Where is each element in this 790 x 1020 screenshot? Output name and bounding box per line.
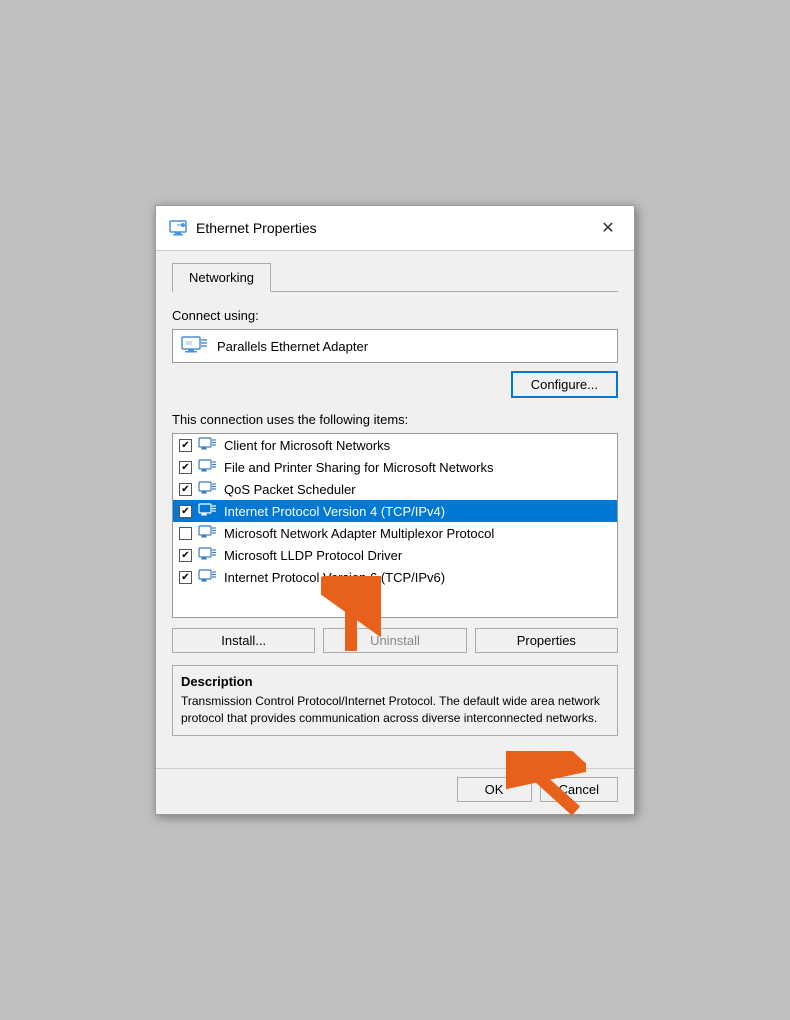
ok-button[interactable]: OK — [457, 777, 532, 802]
list-item-ms-lldp[interactable]: Microsoft LLDP Protocol Driver — [173, 544, 617, 566]
item-icon-file-printer-sharing — [198, 459, 218, 475]
item-text-file-printer-sharing: File and Printer Sharing for Microsoft N… — [224, 460, 493, 475]
item-icon-ipv4 — [198, 503, 218, 519]
list-item-file-printer-sharing[interactable]: File and Printer Sharing for Microsoft N… — [173, 456, 617, 478]
configure-row: Configure... — [172, 371, 618, 398]
checkbox-file-printer-sharing[interactable] — [179, 461, 192, 474]
dialog-title: Ethernet Properties — [196, 220, 317, 236]
configure-button[interactable]: Configure... — [511, 371, 618, 398]
list-item-ipv4[interactable]: Internet Protocol Version 4 (TCP/IPv4) — [173, 500, 617, 522]
cancel-button[interactable]: Cancel — [540, 777, 618, 802]
checkbox-ms-network-adapter[interactable] — [179, 527, 192, 540]
ethernet-title-icon — [168, 218, 188, 238]
list-item-ms-network-adapter[interactable]: Microsoft Network Adapter Multiplexor Pr… — [173, 522, 617, 544]
item-icon-ms-lldp — [198, 547, 218, 563]
item-text-ipv4: Internet Protocol Version 4 (TCP/IPv4) — [224, 504, 445, 519]
item-icon-ipv6 — [198, 569, 218, 585]
item-icon-qos-scheduler — [198, 481, 218, 497]
item-text-ms-lldp: Microsoft LLDP Protocol Driver — [224, 548, 402, 563]
description-box: Description Transmission Control Protoco… — [172, 665, 618, 736]
item-text-ipv6: Internet Protocol Version 6 (TCP/IPv6) — [224, 570, 445, 585]
item-text-qos-scheduler: QoS Packet Scheduler — [224, 482, 356, 497]
tab-networking[interactable]: Networking — [172, 263, 271, 292]
connect-using-label: Connect using: — [172, 308, 618, 323]
checkbox-client-ms-networks[interactable] — [179, 439, 192, 452]
item-icon-client-ms-networks — [198, 437, 218, 453]
items-list[interactable]: Client for Microsoft Networks File and P… — [172, 433, 618, 618]
checkbox-ipv4[interactable] — [179, 505, 192, 518]
properties-button[interactable]: Properties — [475, 628, 618, 653]
description-text: Transmission Control Protocol/Internet P… — [181, 693, 609, 727]
item-icon-ms-network-adapter — [198, 525, 218, 541]
close-button[interactable]: ✕ — [594, 214, 622, 242]
item-text-ms-network-adapter: Microsoft Network Adapter Multiplexor Pr… — [224, 526, 494, 541]
install-button[interactable]: Install... — [172, 628, 315, 653]
checkbox-qos-scheduler[interactable] — [179, 483, 192, 496]
title-bar: Ethernet Properties ✕ — [156, 206, 634, 251]
items-section-label: This connection uses the following items… — [172, 412, 618, 427]
list-item-ipv6[interactable]: Internet Protocol Version 6 (TCP/IPv6) — [173, 566, 617, 588]
uninstall-button[interactable]: Uninstall — [323, 628, 466, 653]
adapter-box: Parallels Ethernet Adapter — [172, 329, 618, 363]
dialog-body: Networking Connect using: Parallels Ethe… — [156, 251, 634, 768]
action-buttons-row: Install... Uninstall Properties — [172, 628, 618, 653]
adapter-icon — [181, 336, 209, 356]
dialog-footer: OK Cancel — [156, 768, 634, 814]
checkbox-ms-lldp[interactable] — [179, 549, 192, 562]
checkbox-ipv6[interactable] — [179, 571, 192, 584]
adapter-name: Parallels Ethernet Adapter — [217, 339, 368, 354]
tabs-container: Networking — [172, 263, 618, 292]
description-title: Description — [181, 674, 609, 689]
item-text-client-ms-networks: Client for Microsoft Networks — [224, 438, 390, 453]
list-item-client-ms-networks[interactable]: Client for Microsoft Networks — [173, 434, 617, 456]
list-item-qos-scheduler[interactable]: QoS Packet Scheduler — [173, 478, 617, 500]
